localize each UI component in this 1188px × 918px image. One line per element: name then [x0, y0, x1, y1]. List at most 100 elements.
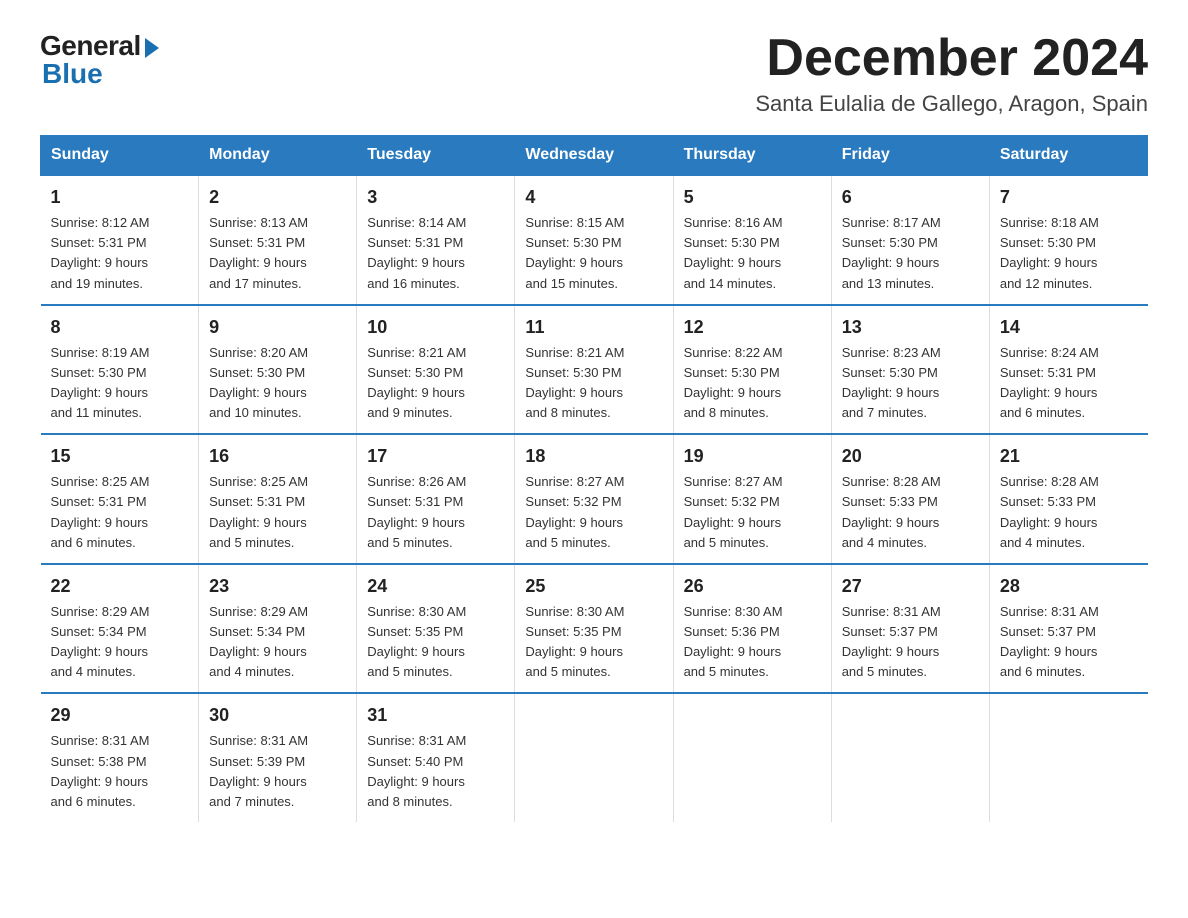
day-info: Sunrise: 8:28 AM Sunset: 5:33 PM Dayligh…	[1000, 472, 1138, 553]
logo-blue-text: Blue	[40, 58, 103, 90]
calendar-cell	[673, 693, 831, 822]
calendar-week-5: 29Sunrise: 8:31 AM Sunset: 5:38 PM Dayli…	[41, 693, 1148, 822]
month-title: December 2024	[755, 30, 1148, 87]
calendar-cell: 20Sunrise: 8:28 AM Sunset: 5:33 PM Dayli…	[831, 434, 989, 564]
day-info: Sunrise: 8:28 AM Sunset: 5:33 PM Dayligh…	[842, 472, 979, 553]
calendar-cell: 23Sunrise: 8:29 AM Sunset: 5:34 PM Dayli…	[199, 564, 357, 694]
weekday-header-tuesday: Tuesday	[357, 136, 515, 176]
day-info: Sunrise: 8:31 AM Sunset: 5:37 PM Dayligh…	[842, 602, 979, 683]
day-info: Sunrise: 8:26 AM Sunset: 5:31 PM Dayligh…	[367, 472, 504, 553]
calendar-cell	[831, 693, 989, 822]
logo: General Blue	[40, 30, 159, 90]
day-info: Sunrise: 8:29 AM Sunset: 5:34 PM Dayligh…	[209, 602, 346, 683]
day-number: 21	[1000, 443, 1138, 470]
day-info: Sunrise: 8:27 AM Sunset: 5:32 PM Dayligh…	[525, 472, 662, 553]
weekday-header-saturday: Saturday	[989, 136, 1147, 176]
calendar-cell: 1Sunrise: 8:12 AM Sunset: 5:31 PM Daylig…	[41, 175, 199, 305]
day-info: Sunrise: 8:16 AM Sunset: 5:30 PM Dayligh…	[684, 213, 821, 294]
day-number: 6	[842, 184, 979, 211]
day-number: 24	[367, 573, 504, 600]
day-info: Sunrise: 8:31 AM Sunset: 5:38 PM Dayligh…	[51, 731, 189, 812]
day-info: Sunrise: 8:24 AM Sunset: 5:31 PM Dayligh…	[1000, 343, 1138, 424]
calendar-cell: 2Sunrise: 8:13 AM Sunset: 5:31 PM Daylig…	[199, 175, 357, 305]
day-info: Sunrise: 8:27 AM Sunset: 5:32 PM Dayligh…	[684, 472, 821, 553]
calendar-cell: 27Sunrise: 8:31 AM Sunset: 5:37 PM Dayli…	[831, 564, 989, 694]
day-number: 22	[51, 573, 189, 600]
calendar-cell: 31Sunrise: 8:31 AM Sunset: 5:40 PM Dayli…	[357, 693, 515, 822]
day-number: 26	[684, 573, 821, 600]
calendar-cell: 7Sunrise: 8:18 AM Sunset: 5:30 PM Daylig…	[989, 175, 1147, 305]
day-number: 25	[525, 573, 662, 600]
calendar-week-4: 22Sunrise: 8:29 AM Sunset: 5:34 PM Dayli…	[41, 564, 1148, 694]
calendar-cell: 26Sunrise: 8:30 AM Sunset: 5:36 PM Dayli…	[673, 564, 831, 694]
calendar-cell: 28Sunrise: 8:31 AM Sunset: 5:37 PM Dayli…	[989, 564, 1147, 694]
day-number: 5	[684, 184, 821, 211]
weekday-header-thursday: Thursday	[673, 136, 831, 176]
weekday-header-row: SundayMondayTuesdayWednesdayThursdayFrid…	[41, 136, 1148, 176]
calendar-cell: 25Sunrise: 8:30 AM Sunset: 5:35 PM Dayli…	[515, 564, 673, 694]
day-number: 4	[525, 184, 662, 211]
calendar-cell: 19Sunrise: 8:27 AM Sunset: 5:32 PM Dayli…	[673, 434, 831, 564]
calendar-cell: 6Sunrise: 8:17 AM Sunset: 5:30 PM Daylig…	[831, 175, 989, 305]
day-number: 20	[842, 443, 979, 470]
calendar-cell: 3Sunrise: 8:14 AM Sunset: 5:31 PM Daylig…	[357, 175, 515, 305]
day-number: 30	[209, 702, 346, 729]
day-info: Sunrise: 8:31 AM Sunset: 5:40 PM Dayligh…	[367, 731, 504, 812]
calendar-cell: 5Sunrise: 8:16 AM Sunset: 5:30 PM Daylig…	[673, 175, 831, 305]
calendar-cell: 16Sunrise: 8:25 AM Sunset: 5:31 PM Dayli…	[199, 434, 357, 564]
logo-arrow-icon	[145, 38, 159, 58]
day-number: 3	[367, 184, 504, 211]
day-number: 9	[209, 314, 346, 341]
day-number: 23	[209, 573, 346, 600]
day-number: 19	[684, 443, 821, 470]
title-block: December 2024 Santa Eulalia de Gallego, …	[755, 30, 1148, 117]
day-info: Sunrise: 8:19 AM Sunset: 5:30 PM Dayligh…	[51, 343, 189, 424]
weekday-header-sunday: Sunday	[41, 136, 199, 176]
day-number: 2	[209, 184, 346, 211]
calendar-cell: 13Sunrise: 8:23 AM Sunset: 5:30 PM Dayli…	[831, 305, 989, 435]
day-number: 31	[367, 702, 504, 729]
calendar-header: SundayMondayTuesdayWednesdayThursdayFrid…	[41, 136, 1148, 176]
day-info: Sunrise: 8:25 AM Sunset: 5:31 PM Dayligh…	[51, 472, 189, 553]
day-number: 12	[684, 314, 821, 341]
day-info: Sunrise: 8:29 AM Sunset: 5:34 PM Dayligh…	[51, 602, 189, 683]
day-number: 14	[1000, 314, 1138, 341]
day-info: Sunrise: 8:21 AM Sunset: 5:30 PM Dayligh…	[367, 343, 504, 424]
day-number: 16	[209, 443, 346, 470]
calendar-cell: 4Sunrise: 8:15 AM Sunset: 5:30 PM Daylig…	[515, 175, 673, 305]
day-info: Sunrise: 8:30 AM Sunset: 5:35 PM Dayligh…	[367, 602, 504, 683]
day-number: 1	[51, 184, 189, 211]
day-number: 18	[525, 443, 662, 470]
day-info: Sunrise: 8:12 AM Sunset: 5:31 PM Dayligh…	[51, 213, 189, 294]
calendar-cell: 24Sunrise: 8:30 AM Sunset: 5:35 PM Dayli…	[357, 564, 515, 694]
day-info: Sunrise: 8:18 AM Sunset: 5:30 PM Dayligh…	[1000, 213, 1138, 294]
calendar-cell	[515, 693, 673, 822]
day-info: Sunrise: 8:17 AM Sunset: 5:30 PM Dayligh…	[842, 213, 979, 294]
calendar-week-3: 15Sunrise: 8:25 AM Sunset: 5:31 PM Dayli…	[41, 434, 1148, 564]
calendar-cell: 11Sunrise: 8:21 AM Sunset: 5:30 PM Dayli…	[515, 305, 673, 435]
day-number: 29	[51, 702, 189, 729]
page-header: General Blue December 2024 Santa Eulalia…	[40, 30, 1148, 117]
weekday-header-friday: Friday	[831, 136, 989, 176]
day-number: 11	[525, 314, 662, 341]
location-title: Santa Eulalia de Gallego, Aragon, Spain	[755, 91, 1148, 117]
day-info: Sunrise: 8:14 AM Sunset: 5:31 PM Dayligh…	[367, 213, 504, 294]
day-number: 7	[1000, 184, 1138, 211]
day-number: 17	[367, 443, 504, 470]
day-number: 15	[51, 443, 189, 470]
calendar-week-2: 8Sunrise: 8:19 AM Sunset: 5:30 PM Daylig…	[41, 305, 1148, 435]
calendar-cell: 10Sunrise: 8:21 AM Sunset: 5:30 PM Dayli…	[357, 305, 515, 435]
day-number: 27	[842, 573, 979, 600]
calendar-cell	[989, 693, 1147, 822]
weekday-header-wednesday: Wednesday	[515, 136, 673, 176]
day-info: Sunrise: 8:22 AM Sunset: 5:30 PM Dayligh…	[684, 343, 821, 424]
day-info: Sunrise: 8:13 AM Sunset: 5:31 PM Dayligh…	[209, 213, 346, 294]
day-number: 8	[51, 314, 189, 341]
calendar-cell: 14Sunrise: 8:24 AM Sunset: 5:31 PM Dayli…	[989, 305, 1147, 435]
day-info: Sunrise: 8:15 AM Sunset: 5:30 PM Dayligh…	[525, 213, 662, 294]
calendar-cell: 18Sunrise: 8:27 AM Sunset: 5:32 PM Dayli…	[515, 434, 673, 564]
calendar-cell: 15Sunrise: 8:25 AM Sunset: 5:31 PM Dayli…	[41, 434, 199, 564]
day-info: Sunrise: 8:25 AM Sunset: 5:31 PM Dayligh…	[209, 472, 346, 553]
calendar-cell: 12Sunrise: 8:22 AM Sunset: 5:30 PM Dayli…	[673, 305, 831, 435]
calendar-cell: 21Sunrise: 8:28 AM Sunset: 5:33 PM Dayli…	[989, 434, 1147, 564]
